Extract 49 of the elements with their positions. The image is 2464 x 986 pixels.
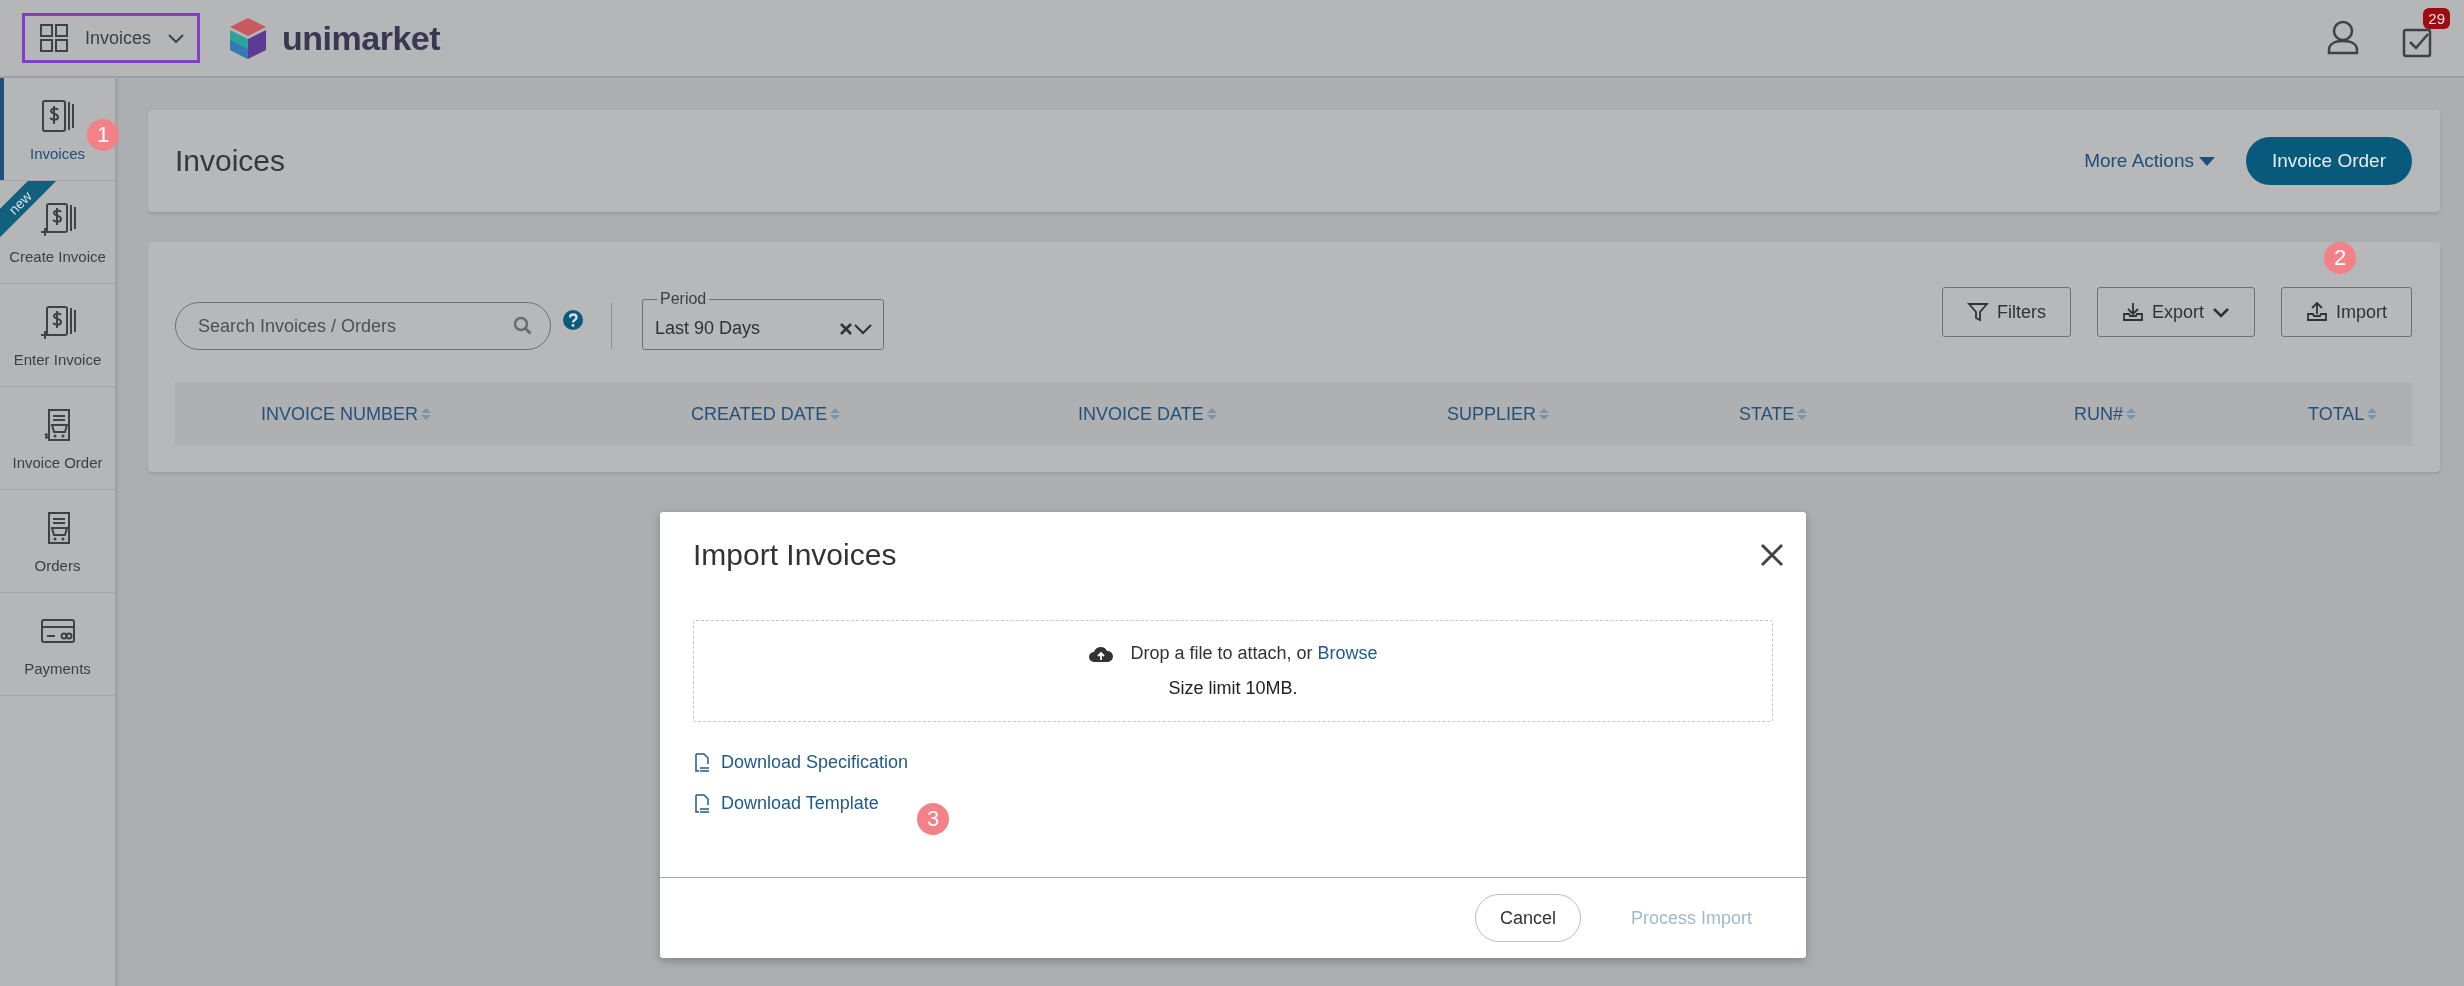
sort-icon <box>421 408 432 420</box>
more-actions-button[interactable]: More Actions <box>2084 150 2216 172</box>
download-link[interactable]: Download Template <box>693 793 879 814</box>
search-field[interactable]: Search Invoices / Orders <box>175 302 551 350</box>
chevron-down-icon <box>2212 305 2230 319</box>
page-title: Invoices <box>175 144 287 178</box>
user-icon[interactable] <box>2326 20 2360 56</box>
sort-icon <box>2126 408 2136 420</box>
tray-upload-icon <box>2306 301 2328 323</box>
sort-icon <box>1206 408 1217 420</box>
sort-icon <box>830 408 841 420</box>
column-header[interactable]: TOTAL <box>2308 403 2412 425</box>
filters-button[interactable]: Filters <box>1941 287 2071 337</box>
logo-text: unimarket <box>282 18 441 58</box>
tray-download-icon <box>2121 301 2144 323</box>
export-button[interactable]: Export <box>2096 287 2255 337</box>
browse-link[interactable]: Browse <box>1317 643 1378 663</box>
sort-icon <box>1539 408 1550 420</box>
drop-instruction: Drop a file to attach, or Browse <box>1130 643 1378 664</box>
period-select[interactable]: Period Last 90 Days <box>642 290 884 350</box>
chevron-down-icon <box>167 31 186 45</box>
dialog-title: Import Invoices <box>693 538 898 572</box>
column-header[interactable]: CREATED DATE <box>691 403 1078 425</box>
column-header[interactable]: SUPPLIER <box>1447 403 1739 425</box>
funnel-icon <box>1966 301 1989 323</box>
cancel-button[interactable]: Cancel <box>1474 894 1581 942</box>
grid-icon <box>39 23 69 53</box>
sort-icon <box>1797 408 1808 420</box>
notification-badge: 29 <box>2423 8 2450 29</box>
close-icon <box>1760 543 1784 567</box>
search-icon <box>513 316 533 336</box>
file-drop-zone[interactable]: Drop a file to attach, or Browse Size limit 10MB. <box>693 620 1773 722</box>
file-icon <box>693 793 711 814</box>
close-button[interactable] <box>1760 543 1784 567</box>
app-switcher[interactable]: Invoices <box>22 13 201 63</box>
size-limit-text: Size limit 10MB. <box>1168 678 1298 699</box>
caret-down-icon <box>2197 155 2216 167</box>
column-header[interactable]: INVOICE DATE <box>1078 403 1447 425</box>
download-link[interactable]: Download Specification <box>693 752 909 773</box>
clear-icon[interactable] <box>839 321 853 336</box>
invoice-order-button[interactable]: Invoice Order <box>2245 137 2412 185</box>
column-header[interactable]: INVOICE NUMBER <box>261 403 691 425</box>
file-icon <box>693 752 711 773</box>
sort-icon <box>2367 408 2378 420</box>
column-header[interactable]: STATE <box>1739 403 2074 425</box>
column-header[interactable]: RUN# <box>2074 403 2308 425</box>
sidebar-item[interactable]: Create Invoice new <box>0 181 115 284</box>
help-icon[interactable] <box>563 310 583 330</box>
import-button[interactable]: Import <box>2281 287 2412 337</box>
